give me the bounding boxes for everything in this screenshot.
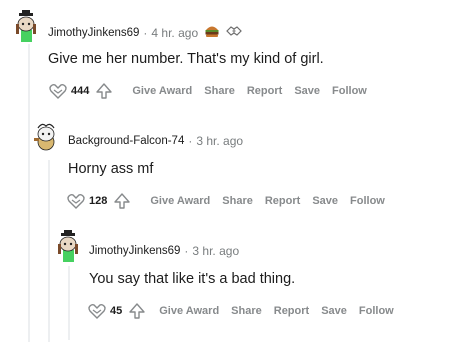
meta-separator: ·	[184, 244, 189, 258]
comment-body: Give me her number. That's my kind of gi…	[48, 51, 324, 67]
avatar[interactable]	[32, 120, 60, 152]
report-button[interactable]: Report	[265, 195, 300, 207]
follow-button[interactable]: Follow	[332, 85, 367, 97]
report-button[interactable]: Report	[247, 85, 282, 97]
save-button[interactable]: Save	[294, 85, 320, 97]
comment-actions: 45 Give Award Share Report Save Follow	[87, 301, 394, 321]
share-button[interactable]: Share	[231, 305, 262, 317]
timestamp-link[interactable]: 3 hr. ago	[196, 134, 243, 148]
avatar[interactable]	[54, 230, 82, 262]
save-button[interactable]: Save	[312, 195, 338, 207]
downvote-icon[interactable]	[112, 191, 132, 211]
upvote-icon[interactable]	[66, 191, 86, 211]
comment-actions: 444 Give Award Share Report Save Follow	[48, 81, 367, 101]
share-button[interactable]: Share	[204, 85, 235, 97]
give-award-button[interactable]: Give Award	[159, 305, 219, 317]
vote-count: 128	[89, 195, 108, 207]
thread-line-3[interactable]	[68, 266, 70, 340]
share-button[interactable]: Share	[222, 195, 253, 207]
thread-line-1[interactable]	[28, 44, 30, 342]
follow-button[interactable]: Follow	[350, 195, 385, 207]
snoo-avatar-icon	[16, 10, 36, 42]
timestamp-link[interactable]: 4 hr. ago	[151, 26, 198, 40]
username-link[interactable]: JimothyJinkens69	[48, 27, 139, 39]
vote-count: 45	[110, 305, 123, 317]
downvote-icon[interactable]	[127, 301, 147, 321]
report-button[interactable]: Report	[274, 305, 309, 317]
burger-award-icon[interactable]	[204, 24, 220, 41]
avatar[interactable]	[12, 10, 40, 42]
upvote-icon[interactable]	[87, 301, 107, 321]
snoo-avatar-icon	[34, 123, 55, 151]
username-link[interactable]: JimothyJinkens69	[89, 245, 180, 257]
comment-meta: Background-Falcon-74 · 3 hr. ago	[68, 134, 243, 148]
give-award-button[interactable]: Give Award	[132, 85, 192, 97]
timestamp-link[interactable]: 3 hr. ago	[192, 244, 239, 258]
comment-body: You say that like it's a bad thing.	[89, 271, 296, 287]
meta-separator: ·	[143, 25, 148, 40]
username-link[interactable]: Background-Falcon-74	[68, 135, 184, 147]
comment-meta: JimothyJinkens69 · 3 hr. ago	[89, 244, 239, 258]
snoo-avatar-icon	[58, 230, 78, 262]
downvote-icon[interactable]	[94, 81, 114, 101]
save-button[interactable]: Save	[321, 305, 347, 317]
follow-button[interactable]: Follow	[359, 305, 394, 317]
upvote-icon[interactable]	[48, 81, 68, 101]
meta-separator: ·	[188, 134, 193, 148]
thread-line-2[interactable]	[48, 160, 50, 342]
handshake-award-icon[interactable]	[226, 24, 242, 41]
comment-body: Horny ass mf	[68, 161, 154, 177]
comment-actions: 128 Give Award Share Report Save Follow	[66, 191, 385, 211]
vote-count: 444	[71, 85, 90, 97]
give-award-button[interactable]: Give Award	[150, 195, 210, 207]
comment-meta: JimothyJinkens69 · 4 hr. ago	[48, 24, 242, 41]
